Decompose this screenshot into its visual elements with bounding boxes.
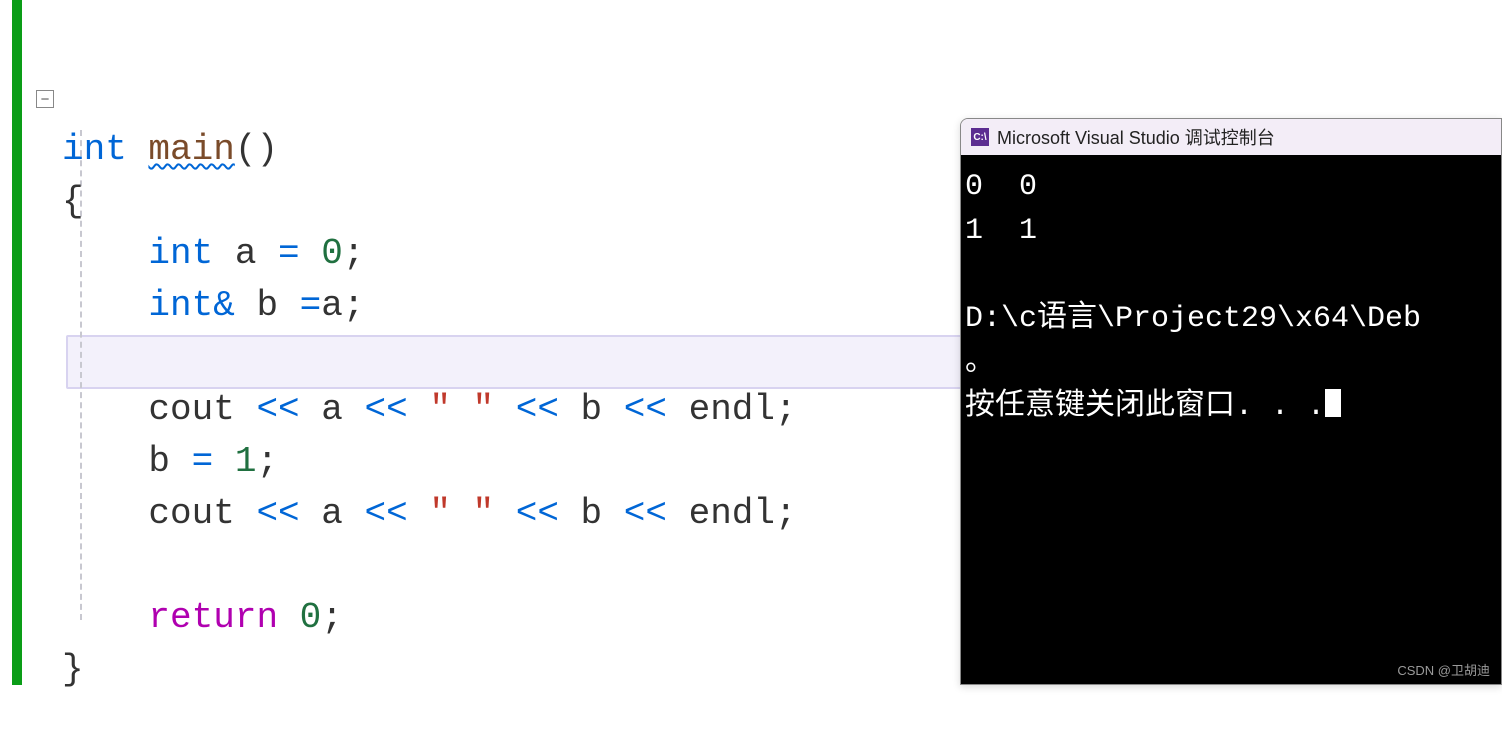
operator-stream: << [364,389,407,430]
string-literal: " " [429,493,494,534]
brace-close: } [62,649,84,690]
ident-a: a [213,233,278,274]
operator-stream: << [256,389,299,430]
indent [62,233,148,274]
indent [62,493,148,534]
ident-a: a [321,285,343,326]
indent [62,441,148,482]
ident-b: b [559,389,624,430]
operator-stream: << [624,493,667,534]
indent [62,389,148,430]
semicolon: ; [256,441,278,482]
change-indicator-bar [12,0,22,685]
operator-stream: << [256,493,299,534]
function-main: main [148,129,234,170]
ident-a: a [300,493,365,534]
keyword-int: int [148,285,213,326]
space [213,441,235,482]
number-zero: 0 [300,597,322,638]
operator-assign: = [192,441,214,482]
code-editor[interactable]: − int main() { int a = 0; int& b =a; cou… [32,0,1502,685]
indent [62,285,148,326]
keyword-return: return [148,597,278,638]
keyword-int: int [148,233,213,274]
watermark: CSDN @卫胡迪 [1397,660,1490,679]
semicolon: ; [343,285,365,326]
semicolon: ; [321,597,343,638]
semicolon: ; [775,389,797,430]
fold-toggle[interactable]: − [36,90,54,108]
operator-stream: << [516,389,559,430]
string-literal: " " [429,389,494,430]
ident-a: a [300,389,365,430]
ident-endl: endl [667,493,775,534]
number-one: 1 [235,441,257,482]
space [494,389,516,430]
ident-cout: cout [148,493,256,534]
operator-ref: & [213,285,235,326]
operator-stream: << [624,389,667,430]
operator-assign: = [300,285,322,326]
space [494,493,516,534]
keyword-int: int [62,129,127,170]
space [300,233,322,274]
brace-open: { [62,181,84,222]
operator-assign: = [278,233,300,274]
semicolon: ; [775,493,797,534]
ident-b: b [148,441,191,482]
space [408,493,430,534]
operator-stream: << [516,493,559,534]
operator-stream: << [364,493,407,534]
ident-cout: cout [148,389,256,430]
space [278,597,300,638]
code-content[interactable]: int main() { int a = 0; int& b =a; cout … [62,72,1502,748]
parens: () [235,129,278,170]
semicolon: ; [343,233,365,274]
space [408,389,430,430]
number-zero: 0 [321,233,343,274]
ident-b: b [559,493,624,534]
ident-endl: endl [667,389,775,430]
indent [62,597,148,638]
ident-b: b [235,285,300,326]
